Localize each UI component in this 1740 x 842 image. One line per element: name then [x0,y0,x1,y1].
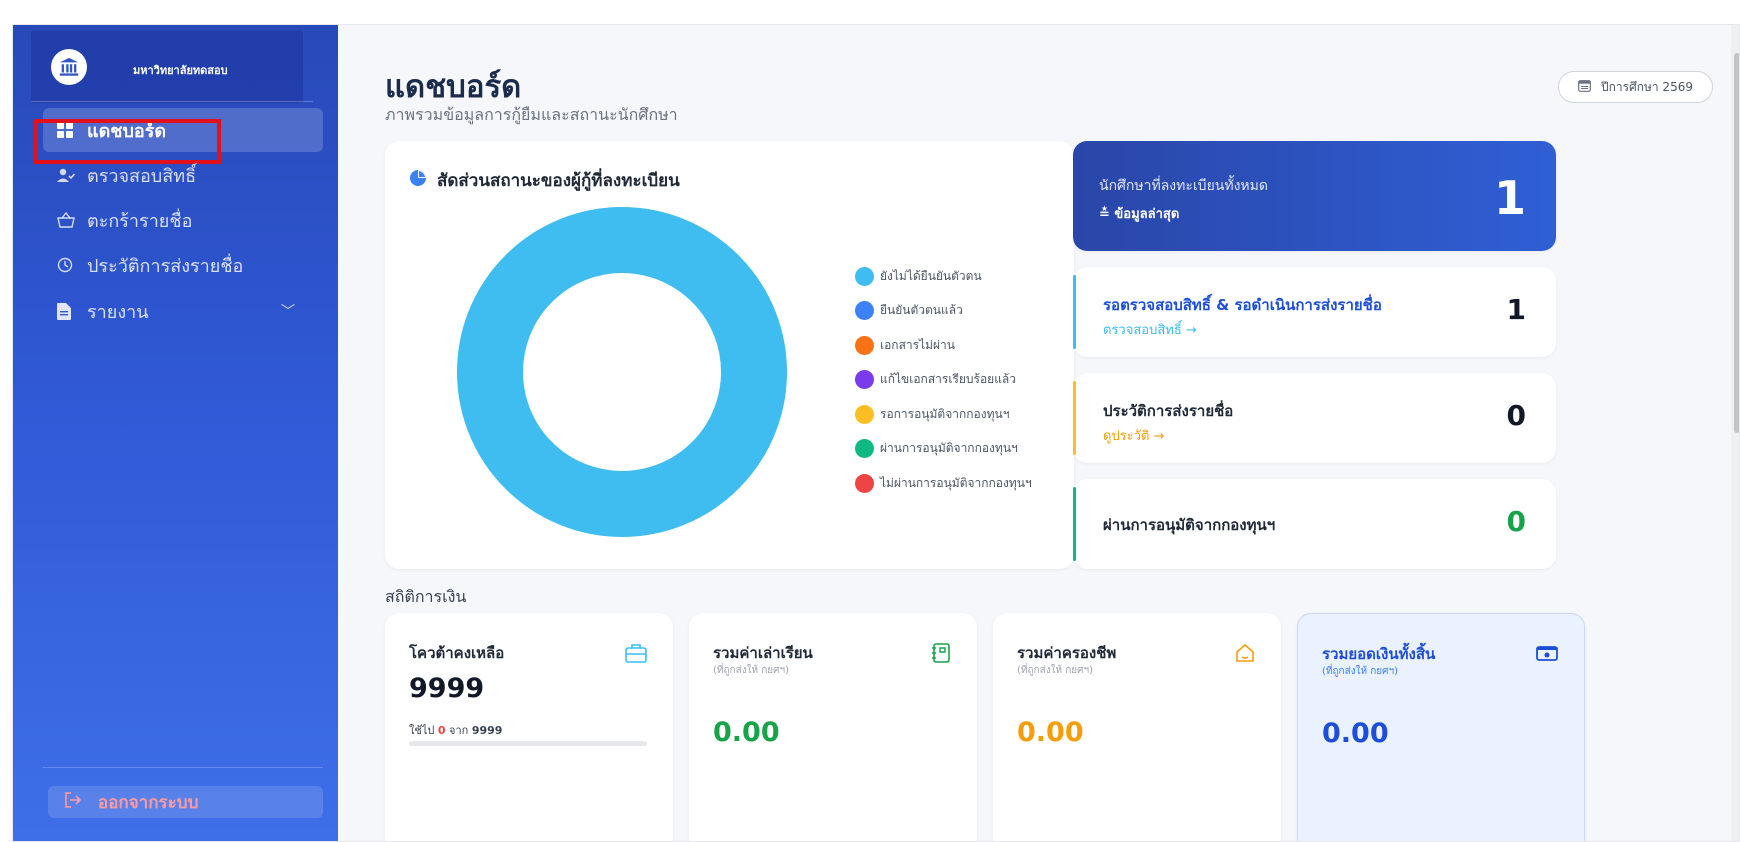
legend-swatch [855,370,874,390]
legend-swatch [855,335,874,355]
total-students-sub: ≛ ข้อมูลล่าสุด [1099,207,1180,222]
view-history-link[interactable]: ดูประวัติ → [1103,425,1164,446]
living-cost-card: รวมค่าครองชีพ (ที่ถูกส่งให้ กยศฯ) 0.00 [993,613,1281,841]
org-name: มหาวิทยาลัยทดสอบ [133,64,228,77]
legend-swatch [855,301,874,321]
approved-card: ผ่านการอนุมัติจากกองทุนฯ 0 [1073,479,1556,569]
legend-item[interactable]: รอการอนุมัติจากกองทุนฯ [855,397,1032,432]
chart-legend: ยังไม่ได้ยืนยันตัวตนยืนยันตัวตนแล้วเอกสา… [855,259,1032,501]
main-content: แดชบอร์ด ภาพรวมข้อมูลการกู้ยืมและสถานะนั… [338,25,1739,841]
chart-title: สัดส่วนสถานะของผู้กู้ที่ลงทะเบียน [409,167,680,194]
sidebar-item-basket[interactable]: ตะกร้ารายชื่อ [43,198,323,242]
history-card[interactable]: ประวัติการส่งรายชื่อ ดูประวัติ → 0 [1073,373,1556,463]
chevron-down-icon: ﹀ [281,304,295,320]
legend-label: ผ่านการอนุมัติจากกองทุนฯ [880,441,1018,456]
history-value: 0 [1506,399,1526,432]
approved-accent [1073,487,1076,561]
tuition-title: รวมค่าเล่าเรียน [713,644,813,662]
living-cost-title: รวมค่าครองชีพ [1017,644,1117,662]
pending-value: 1 [1506,293,1526,326]
sidebar-item-label: รายงาน [87,301,149,323]
sidebar-item-label: ตรวจสอบสิทธิ์ [87,165,197,187]
divider [31,101,313,102]
pending-card[interactable]: รอตรวจสอบสิทธิ์ & รอดำเนินการส่งรายชื่อ … [1073,267,1556,357]
legend-swatch [855,266,874,286]
legend-swatch [855,439,874,459]
briefcase-icon [625,643,647,667]
legend-swatch [855,473,874,493]
status-donut-chart [457,207,787,537]
sidebar-item-report[interactable]: รายงาน ﹀ [43,289,323,333]
total-students-label: นักศึกษาที่ลงทะเบียนทั้งหมด [1099,178,1268,194]
history-accent [1073,381,1076,455]
scrollbar[interactable] [1731,25,1739,841]
user-list-icon: ≛ [1099,207,1115,222]
basket-icon [43,212,79,228]
grand-total-value: 0.00 [1322,718,1389,749]
legend-item[interactable]: เอกสารไม่ผ่าน [855,328,1032,363]
grand-total-title: รวมยอดเงินทั้งสิ้น [1322,645,1436,663]
legend-item[interactable]: ไม่ผ่านการอนุมัติจากกองทุนฯ [855,466,1032,501]
legend-label: รอการอนุมัติจากกองทุนฯ [880,406,1010,421]
sidebar-item-history[interactable]: ประวัติการส่งรายชื่อ [43,243,323,287]
living-cost-subtitle: (ที่ถูกส่งให้ กยศฯ) [1017,665,1094,676]
legend-label: แก้ไขเอกสารเรียบร้อยแล้ว [880,372,1017,387]
grand-total-card: รวมยอดเงินทั้งสิ้น (ที่ถูกส่งให้ กยศฯ) 0… [1297,613,1585,841]
chart-title-text: สัดส่วนสถานะของผู้กู้ที่ลงทะเบียน [437,171,680,191]
tuition-value: 0.00 [713,717,780,748]
history-label: ประวัติการส่งรายชื่อ [1103,402,1234,420]
logout-button[interactable]: ออกจากระบบ [48,786,323,818]
quota-progress-bar [409,741,647,746]
legend-label: ไม่ผ่านการอนุมัติจากกองทุนฯ [880,475,1032,490]
legend-item[interactable]: ยืนยันตัวตนแล้ว [855,294,1032,329]
app-window: มหาวิทยาลัยทดสอบ แดชบอร์ด ตรวจสอบสิทธิ์ … [12,24,1740,842]
living-cost-value: 0.00 [1017,717,1084,748]
approved-label: ผ่านการอนุมัติจากกองทุนฯ [1103,516,1276,534]
calendar-icon [1578,79,1591,95]
tuition-subtitle: (ที่ถูกส่งให้ กยศฯ) [713,665,790,676]
academic-year-label: ปีการศึกษา 2569 [1601,79,1693,94]
status-chart-card: สัดส่วนสถานะของผู้กู้ที่ลงทะเบียน ยังไม่… [385,141,1074,569]
sidebar-item-verify[interactable]: ตรวจสอบสิทธิ์ [43,153,323,197]
verify-link[interactable]: ตรวจสอบสิทธิ์ → [1103,319,1197,340]
legend-item[interactable]: ผ่านการอนุมัติจากกองทุนฯ [855,432,1032,467]
quota-title: โควต้าคงเหลือ [409,644,505,662]
grand-total-subtitle: (ที่ถูกส่งให้ กยศฯ) [1322,666,1399,677]
donut-slice[interactable] [457,207,787,537]
total-students-value: 1 [1493,171,1526,225]
clock-icon [43,257,79,273]
legend-item[interactable]: แก้ไขเอกสารเรียบร้อยแล้ว [855,363,1032,398]
total-students-card: นักศึกษาที่ลงทะเบียนทั้งหมด ≛ ข้อมูลล่าส… [1073,141,1556,251]
finance-section-title: สถิติการเงิน [385,587,467,606]
sidebar: มหาวิทยาลัยทดสอบ แดชบอร์ด ตรวจสอบสิทธิ์ … [13,25,338,841]
sidebar-item-label: ตะกร้ารายชื่อ [87,210,193,232]
notebook-icon [931,643,951,667]
tuition-card: รวมค่าเล่าเรียน (ที่ถูกส่งให้ กยศฯ) 0.00 [689,613,977,841]
legend-label: ยังไม่ได้ยืนยันตัวตน [880,268,982,283]
legend-label: ยืนยันตัวตนแล้ว [880,303,963,318]
cash-icon [1536,644,1558,666]
page-subtitle: ภาพรวมข้อมูลการกู้ยืมและสถานะนักศึกษา [385,105,678,124]
academic-year-button[interactable]: ปีการศึกษา 2569 [1558,71,1713,103]
legend-item[interactable]: ยังไม่ได้ยืนยันตัวตน [855,259,1032,294]
logout-icon [64,791,82,813]
org-logo-area: มหาวิทยาลัยทดสอบ [31,31,303,103]
sidebar-item-label: ประวัติการส่งรายชื่อ [87,255,244,277]
pending-label: รอตรวจสอบสิทธิ์ & รอดำเนินการส่งรายชื่อ [1103,296,1382,314]
quota-used-text: ใช้ไป 0 จาก 9999 [409,724,503,737]
document-icon [43,302,79,320]
approved-value: 0 [1506,505,1526,538]
user-check-icon [43,167,79,183]
scrollbar-thumb[interactable] [1734,53,1739,433]
pending-accent [1073,275,1076,349]
divider [43,767,323,768]
legend-label: เอกสารไม่ผ่าน [880,337,955,352]
home-icon [1235,643,1255,667]
quota-card: โควต้าคงเหลือ 9999 ใช้ไป 0 จาก 9999 [385,613,673,841]
university-logo-icon [51,49,87,85]
quota-value: 9999 [409,673,485,704]
legend-swatch [855,404,874,424]
pie-chart-icon [409,169,427,192]
logout-label: ออกจากระบบ [98,792,199,813]
